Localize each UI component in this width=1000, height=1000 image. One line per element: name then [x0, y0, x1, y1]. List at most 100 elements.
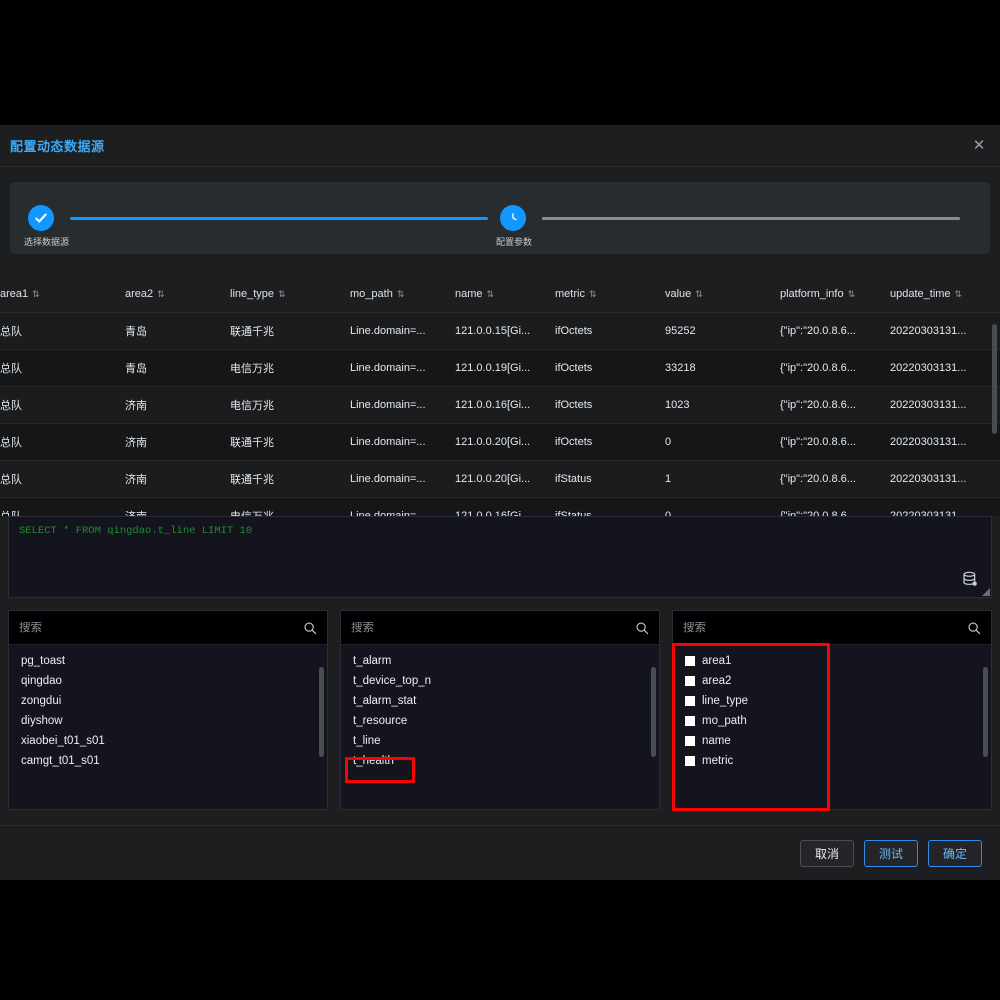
- field-label: area2: [702, 675, 732, 687]
- checkbox-icon[interactable]: [685, 656, 695, 666]
- column-header-metric[interactable]: metric ⇅: [555, 276, 665, 313]
- dialog-title: 配置动态数据源: [10, 139, 105, 154]
- column-header-update-time[interactable]: update_time ⇅: [890, 276, 1000, 313]
- dialog-footer: 取消 测试 确定: [0, 825, 1000, 880]
- list-item-t-line[interactable]: t_line: [341, 731, 659, 751]
- cell-metric: ifOctets: [555, 423, 665, 461]
- column-header-value[interactable]: value ⇅: [665, 276, 780, 313]
- cell-metric: ifOctets: [555, 312, 665, 350]
- cell-line-type: 联通千兆: [230, 312, 350, 350]
- check-circle-icon: [28, 205, 54, 231]
- sort-icon[interactable]: ⇅: [589, 289, 597, 299]
- field-checkbox-row[interactable]: metric: [673, 751, 991, 771]
- database-icon[interactable]: [961, 571, 979, 587]
- search-icon[interactable]: [967, 621, 981, 635]
- table-search-box[interactable]: [341, 611, 659, 645]
- resize-handle-icon[interactable]: [982, 588, 990, 596]
- table-row[interactable]: 总队 青岛 电信万兆 Line.domain=... 121.0.0.19[Gi…: [0, 349, 1000, 387]
- close-icon[interactable]: ✕: [970, 137, 988, 155]
- table-row[interactable]: 总队 济南 电信万兆 Line.domain=... 121.0.0.16[Gi…: [0, 386, 1000, 424]
- table-row[interactable]: 总队 济南 电信万兆 Line.domain=... 121.0.0.16[Gi…: [0, 497, 1000, 516]
- checkbox-icon[interactable]: [685, 676, 695, 686]
- field-checkbox-row[interactable]: area1: [673, 651, 991, 671]
- confirm-button[interactable]: 确定: [928, 839, 982, 867]
- sort-icon[interactable]: ⇅: [487, 289, 495, 299]
- database-search-box[interactable]: [9, 611, 327, 645]
- field-label: name: [702, 735, 731, 747]
- table-row[interactable]: 总队 济南 联通千兆 Line.domain=... 121.0.0.20[Gi…: [0, 460, 1000, 498]
- dialog-header: 配置动态数据源 ✕: [0, 125, 1000, 167]
- sort-icon[interactable]: ⇅: [157, 289, 165, 299]
- field-search-box[interactable]: [673, 611, 991, 645]
- sort-icon[interactable]: ⇅: [278, 289, 286, 299]
- checkbox-icon[interactable]: [685, 696, 695, 706]
- list-item[interactable]: diyshow: [9, 711, 327, 731]
- field-list-scrollbar[interactable]: [983, 667, 988, 757]
- list-item[interactable]: t_device_top_n: [341, 671, 659, 691]
- column-label: value: [665, 288, 692, 300]
- column-header-mo-path[interactable]: mo_path ⇅: [350, 276, 455, 313]
- list-item[interactable]: t_alarm: [341, 651, 659, 671]
- column-header-line-type[interactable]: line_type ⇅: [230, 276, 350, 313]
- search-input[interactable]: [351, 621, 635, 634]
- checkbox-icon[interactable]: [685, 716, 695, 726]
- step-select-datasource[interactable]: 选择数据源: [24, 205, 500, 247]
- list-item[interactable]: qingdao: [9, 671, 327, 691]
- list-item[interactable]: pg_toast: [9, 651, 327, 671]
- cancel-button[interactable]: 取消: [800, 839, 854, 867]
- cell-platform-info: {"ip":"20.0.8.6...: [780, 497, 890, 516]
- list-item[interactable]: t_health: [341, 751, 659, 771]
- cell-area1: 总队: [0, 312, 125, 350]
- cell-area1: 总队: [0, 497, 125, 516]
- search-icon[interactable]: [303, 621, 317, 635]
- cell-name: 121.0.0.20[Gi...: [455, 460, 555, 498]
- table-row[interactable]: 总队 青岛 联通千兆 Line.domain=... 121.0.0.15[Gi…: [0, 312, 1000, 350]
- database-list-scrollbar[interactable]: [319, 667, 324, 757]
- column-header-platform-info[interactable]: platform_info ⇅: [780, 276, 890, 313]
- list-item[interactable]: xiaobei_t01_s01: [9, 731, 327, 751]
- cell-mo-path: Line.domain=...: [350, 312, 455, 350]
- search-input[interactable]: [683, 621, 967, 634]
- cell-value: 0: [665, 423, 780, 461]
- sort-icon[interactable]: ⇅: [397, 289, 405, 299]
- checkbox-icon[interactable]: [685, 736, 695, 746]
- table-list-scrollbar[interactable]: [651, 667, 656, 757]
- field-checkbox-row[interactable]: line_type: [673, 691, 991, 711]
- sort-icon[interactable]: ⇅: [848, 289, 856, 299]
- cell-area1: 总队: [0, 460, 125, 498]
- cell-area2: 济南: [125, 423, 230, 461]
- cell-update-time: 20220303131...: [890, 386, 1000, 424]
- search-icon[interactable]: [635, 621, 649, 635]
- field-list-panel: area1 area2 line_type mo_path: [672, 610, 992, 811]
- sort-icon[interactable]: ⇅: [955, 289, 963, 299]
- search-input[interactable]: [19, 621, 303, 634]
- column-header-area2[interactable]: area2 ⇅: [125, 276, 230, 313]
- table-items: t_alarm t_device_top_n t_alarm_stat t_re…: [341, 645, 659, 809]
- step-configure-params[interactable]: 配置参数: [496, 205, 972, 247]
- column-header-area1[interactable]: area1 ⇅: [0, 276, 125, 313]
- cell-mo-path: Line.domain=...: [350, 386, 455, 424]
- sql-editor[interactable]: SELECT * FROM qingdao.t_line LIMIT 10: [8, 516, 992, 598]
- list-item[interactable]: t_resource: [341, 711, 659, 731]
- field-items: area1 area2 line_type mo_path name metri…: [673, 645, 991, 809]
- table-scrollbar[interactable]: [992, 324, 997, 434]
- sort-icon[interactable]: ⇅: [32, 289, 40, 299]
- cell-metric: ifStatus: [555, 460, 665, 498]
- column-label: name: [455, 288, 483, 300]
- list-item[interactable]: zongdui: [9, 691, 327, 711]
- list-item[interactable]: camgt_t01_s01: [9, 751, 327, 771]
- list-item[interactable]: t_alarm_stat: [341, 691, 659, 711]
- sort-icon[interactable]: ⇅: [695, 289, 703, 299]
- field-label: mo_path: [702, 715, 747, 727]
- checkbox-icon[interactable]: [685, 756, 695, 766]
- test-button[interactable]: 测试: [864, 839, 918, 867]
- field-checkbox-row[interactable]: mo_path: [673, 711, 991, 731]
- table-row[interactable]: 总队 济南 联通千兆 Line.domain=... 121.0.0.20[Gi…: [0, 423, 1000, 461]
- column-label: line_type: [230, 288, 275, 300]
- field-checkbox-row[interactable]: name: [673, 731, 991, 751]
- step-1-marker: 选择数据源: [24, 205, 69, 247]
- cell-value: 0: [665, 497, 780, 516]
- column-header-name[interactable]: name ⇅: [455, 276, 555, 313]
- step-1-connector: [70, 216, 488, 220]
- field-checkbox-row[interactable]: area2: [673, 671, 991, 691]
